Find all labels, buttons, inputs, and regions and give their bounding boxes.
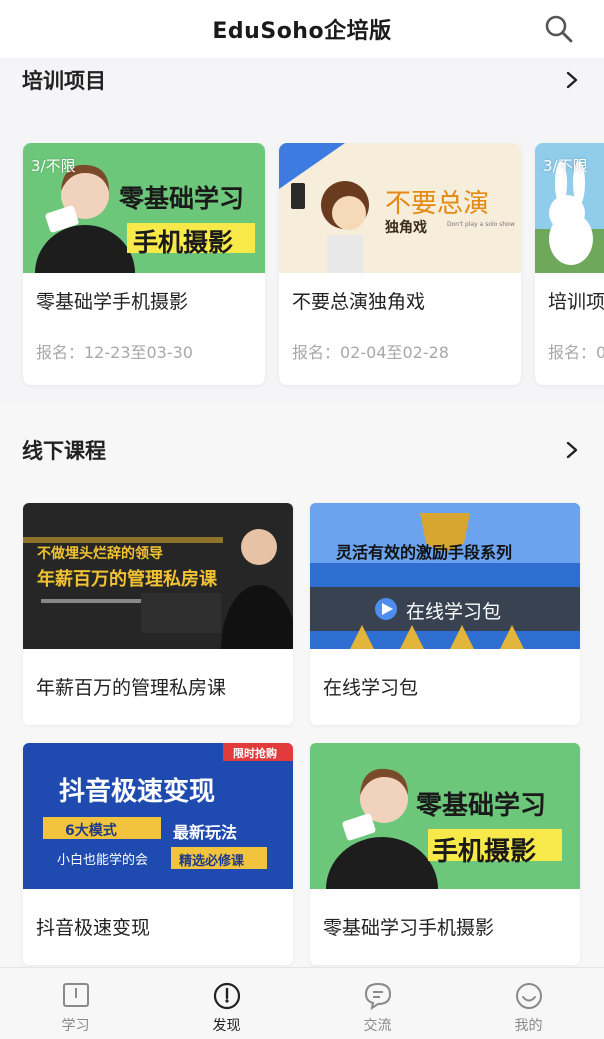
course-thumbnail: 限时抢购 抖音极速变现 6大模式 最新玩法 小白也能学的会 精选必修课 — [23, 743, 293, 889]
tab-label: 交流 — [363, 1018, 392, 1034]
card-title: 年薪百万的管理私房课 — [36, 677, 227, 699]
thumb-subline: 手机摄影 — [133, 228, 234, 257]
app-title: EduSoho企培版 — [212, 19, 392, 44]
tab-discover[interactable]: 发现 — [151, 968, 302, 1039]
section-training-projects: 培训项目 零基础学习 手机摄影 3/不限 零基础学手机摄影 报名：12-23至0… — [0, 58, 604, 403]
tab-label: 我的 — [514, 1018, 543, 1034]
enrollment-badge: 3/不限 — [31, 157, 76, 175]
tab-community[interactable]: 交流 — [302, 968, 453, 1039]
card-title: 零基础学手机摄影 — [36, 291, 189, 313]
thumb-subline: 手机摄影 — [432, 837, 537, 867]
chevron-right-icon — [566, 441, 578, 459]
smile-icon — [515, 983, 542, 1009]
card-enroll-dates: 报名：02-04至02-28 — [292, 343, 449, 362]
course-thumbnail: 3/不限 — [535, 143, 604, 273]
course-card[interactable]: 灵活有效的激励手段系列 在线学习包 在线学习包 — [310, 503, 580, 725]
course-thumbnail: 不要总演 独角戏 Don't play a solo show — [279, 143, 521, 273]
thumb-tag-modes: 6大模式 — [65, 823, 117, 839]
thumb-subline: 年薪百万的管理私房课 — [37, 569, 217, 590]
thumb-headline: 零基础学习 — [119, 184, 245, 213]
card-title: 在线学习包 — [323, 677, 419, 699]
thumb-tagline: 小白也能学的会 — [57, 853, 149, 868]
section-offline-courses: 线下课程 不做埋头烂辞的领导 年薪百万的管理私房课 年薪百万的管理私房课 灵活有… — [0, 403, 604, 967]
tab-study[interactable]: 学习 — [0, 968, 151, 1039]
chevron-right-icon — [566, 71, 578, 89]
thumb-subline: 独角戏 — [385, 220, 427, 236]
card-enroll-dates: 报名：0 — [548, 343, 604, 362]
card-title: 培训项 — [548, 291, 604, 313]
thumb-tag-new: 最新玩法 — [173, 823, 238, 842]
thumb-headline: 不要总演 — [385, 189, 490, 219]
thumb-badge-limited: 限时抢购 — [233, 747, 277, 760]
course-card[interactable]: 不做埋头烂辞的领导 年薪百万的管理私房课 年薪百万的管理私房课 — [23, 503, 293, 725]
book-icon — [62, 983, 89, 1007]
section-title: 线下课程 — [22, 439, 106, 463]
chat-icon — [364, 982, 391, 1011]
course-card[interactable]: 零基础学习 手机摄影 零基础学习手机摄影 — [310, 743, 580, 965]
card-title: 零基础学习手机摄影 — [323, 917, 495, 939]
card-enroll-dates: 报名：12-23至03-30 — [36, 343, 193, 362]
thumb-tag-course: 精选必修课 — [179, 854, 245, 869]
section-header[interactable]: 线下课程 — [22, 430, 582, 470]
thumb-caption: Don't play a solo show — [447, 221, 515, 228]
project-card[interactable]: 零基础学习 手机摄影 3/不限 零基础学手机摄影 报名：12-23至03-30 — [23, 143, 265, 385]
thumb-headline: 零基础学习 — [416, 791, 547, 821]
course-card[interactable]: 限时抢购 抖音极速变现 6大模式 最新玩法 小白也能学的会 精选必修课 抖音极速… — [23, 743, 293, 965]
section-header[interactable]: 培训项目 — [22, 60, 582, 100]
compass-icon — [213, 982, 240, 1010]
project-card[interactable]: 3/不限 培训项 报名：0 — [535, 143, 604, 385]
card-title: 不要总演独角戏 — [292, 291, 426, 313]
course-thumbnail: 不做埋头烂辞的领导 年薪百万的管理私房课 — [23, 503, 293, 649]
section-title: 培训项目 — [22, 69, 106, 93]
bottom-tab-bar: 学习 发现 交流 我的 — [0, 967, 604, 1039]
course-thumbnail: 零基础学习 手机摄影 3/不限 — [23, 143, 265, 273]
course-thumbnail: 灵活有效的激励手段系列 在线学习包 — [310, 503, 580, 649]
tab-label: 发现 — [212, 1018, 241, 1034]
search-button[interactable] — [542, 12, 576, 46]
tab-profile[interactable]: 我的 — [453, 968, 604, 1039]
thumb-subline: 在线学习包 — [406, 601, 502, 623]
search-icon — [545, 15, 573, 43]
top-bar: EduSoho企培版 — [0, 0, 604, 58]
thumb-headline: 抖音极速变现 — [59, 777, 216, 807]
project-carousel[interactable]: 零基础学习 手机摄影 3/不限 零基础学手机摄影 报名：12-23至03-30 … — [0, 143, 604, 389]
thumb-headline: 不做埋头烂辞的领导 — [37, 546, 163, 562]
project-card[interactable]: 不要总演 独角戏 Don't play a solo show 不要总演独角戏 … — [279, 143, 521, 385]
card-title: 抖音极速变现 — [36, 917, 151, 939]
thumb-headline: 灵活有效的激励手段系列 — [336, 543, 513, 562]
course-thumbnail: 零基础学习 手机摄影 — [310, 743, 580, 889]
enrollment-badge: 3/不限 — [543, 157, 588, 175]
tab-label: 学习 — [61, 1018, 90, 1034]
